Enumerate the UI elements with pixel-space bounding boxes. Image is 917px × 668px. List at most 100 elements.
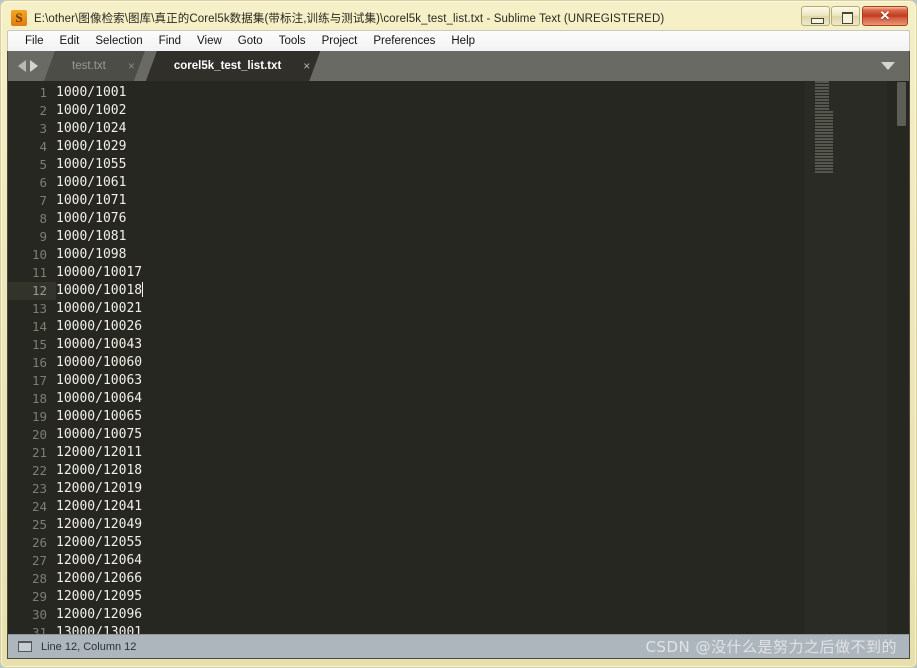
line-text: 1000/1076 [56,211,127,226]
close-button[interactable] [862,6,908,26]
line-number: 14 [31,319,47,334]
tab-close-icon[interactable]: × [303,60,310,72]
application-window: E:\other\图像检索\图库\真正的Corel5k数据集(带标注,训练与测试… [0,0,917,668]
minimap-line [815,111,833,113]
minimize-button[interactable] [801,6,830,26]
minimap-viewport[interactable] [805,81,887,635]
menu-item-file[interactable]: File [17,33,52,50]
code-line[interactable]: 26 12000/12055 [8,534,909,552]
code-line[interactable]: 7 1000/1071 [8,192,909,210]
line-text: 12000/12049 [56,517,143,532]
line-text: 10000/10026 [56,319,143,334]
code-line[interactable]: 25 12000/12049 [8,516,909,534]
code-line[interactable]: 6 1000/1061 [8,174,909,192]
code-line[interactable]: 10 1000/1098 [8,246,909,264]
minimap-line [815,120,833,122]
code-line[interactable]: 12 10000/10018 [8,282,909,300]
code-line[interactable]: 30 12000/12096 [8,606,909,624]
code-line[interactable]: 3 1000/1024 [8,120,909,138]
code-line[interactable]: 24 12000/12041 [8,498,909,516]
code-line[interactable]: 16 10000/10060 [8,354,909,372]
line-number: 30 [31,607,47,622]
line-text: 1000/1061 [56,175,127,190]
line-number: 19 [31,409,47,424]
scrollbar-thumb[interactable] [897,82,906,126]
menu-item-view[interactable]: View [189,33,230,50]
code-line[interactable]: 19 10000/10065 [8,408,909,426]
minimap-line [815,135,833,137]
code-line[interactable]: 28 12000/12066 [8,570,909,588]
code-line[interactable]: 27 12000/12064 [8,552,909,570]
minimap-line [815,147,833,149]
code-line[interactable]: 13 10000/10021 [8,300,909,318]
code-line[interactable]: 18 10000/10064 [8,390,909,408]
code-line[interactable]: 11 10000/10017 [8,264,909,282]
tab-close-icon[interactable]: × [128,60,135,72]
minimap-line [815,159,833,161]
code-line[interactable]: 17 10000/10063 [8,372,909,390]
line-text: 12000/12066 [56,571,143,586]
chevron-right-icon[interactable] [30,60,38,72]
menu-item-help[interactable]: Help [443,33,483,50]
line-number: 15 [31,337,47,352]
code-line[interactable]: 29 12000/12095 [8,588,909,606]
code-line[interactable]: 8 1000/1076 [8,210,909,228]
code-line[interactable]: 20 10000/10075 [8,426,909,444]
code-line[interactable]: 5 1000/1055 [8,156,909,174]
tab-test-txt[interactable]: test.txt × [44,51,145,81]
code-line[interactable]: 1 1000/1001 [8,84,909,102]
csdn-watermark: CSDN @没什么是努力之后做不到的 [645,638,897,656]
minimap-line [815,156,833,158]
code-line[interactable]: 15 10000/10043 [8,336,909,354]
line-number: 21 [31,445,47,460]
line-text: 12000/12019 [56,481,143,496]
code-line[interactable]: 21 12000/12011 [8,444,909,462]
window-title: E:\other\图像检索\图库\真正的Corel5k数据集(带标注,训练与测试… [34,13,665,25]
chevron-left-icon[interactable] [18,60,26,72]
menu-item-project[interactable]: Project [314,33,366,50]
minimap-line [815,108,830,110]
line-number: 25 [31,517,47,532]
minimap-line [815,96,830,98]
line-text: 12000/12055 [56,535,143,550]
code-line[interactable]: 4 1000/1029 [8,138,909,156]
line-text: 10000/10017 [56,265,143,280]
sublime-editor-body: test.txt × corel5k_test_list.txt × 1 1000… [7,51,910,659]
line-number: 1 [39,85,47,100]
line-number: 13 [31,301,47,316]
tab-overflow-button[interactable] [875,51,901,81]
title-bar[interactable]: E:\other\图像检索\图库\真正的Corel5k数据集(带标注,训练与测试… [7,6,910,30]
line-text: 12000/12064 [56,553,143,568]
menu-item-find[interactable]: Find [151,33,189,50]
minimap[interactable] [805,81,887,635]
line-text: 12000/12018 [56,463,143,478]
tab-label: corel5k_test_list.txt [173,60,282,72]
code-editor[interactable]: 1 1000/1001 2 1000/1002 3 1000/1024 4 1000/1029… [8,81,909,635]
code-line[interactable]: 22 12000/12018 [8,462,909,480]
tab-corel5k-test-list-txt[interactable]: corel5k_test_list.txt × [146,51,320,81]
code-lines: 1 1000/1001 2 1000/1002 3 1000/1024 4 1000/1029… [8,81,909,635]
line-number: 22 [31,463,47,478]
menu-item-selection[interactable]: Selection [87,33,150,50]
line-text: 1000/1002 [56,103,127,118]
maximize-button[interactable] [831,6,860,26]
line-text: 10000/10018 [56,282,144,298]
menu-item-preferences[interactable]: Preferences [365,33,443,50]
line-number: 24 [31,499,47,514]
line-number: 11 [31,265,47,280]
line-text: 10000/10021 [56,301,143,316]
minimap-line [815,99,830,101]
minimap-line [815,141,833,143]
line-text: 1000/1071 [56,193,127,208]
minimap-line [815,165,833,167]
menu-item-edit[interactable]: Edit [52,33,88,50]
sidebar-toggle-icon[interactable] [18,641,32,652]
code-line[interactable]: 9 1000/1081 [8,228,909,246]
code-line[interactable]: 23 12000/12019 [8,480,909,498]
editor-vertical-scrollbar[interactable] [894,81,909,635]
code-line[interactable]: 2 1000/1002 [8,102,909,120]
code-line[interactable]: 14 10000/10026 [8,318,909,336]
menu-item-goto[interactable]: Goto [230,33,271,50]
menu-item-tools[interactable]: Tools [271,33,314,50]
line-number: 6 [39,175,47,190]
